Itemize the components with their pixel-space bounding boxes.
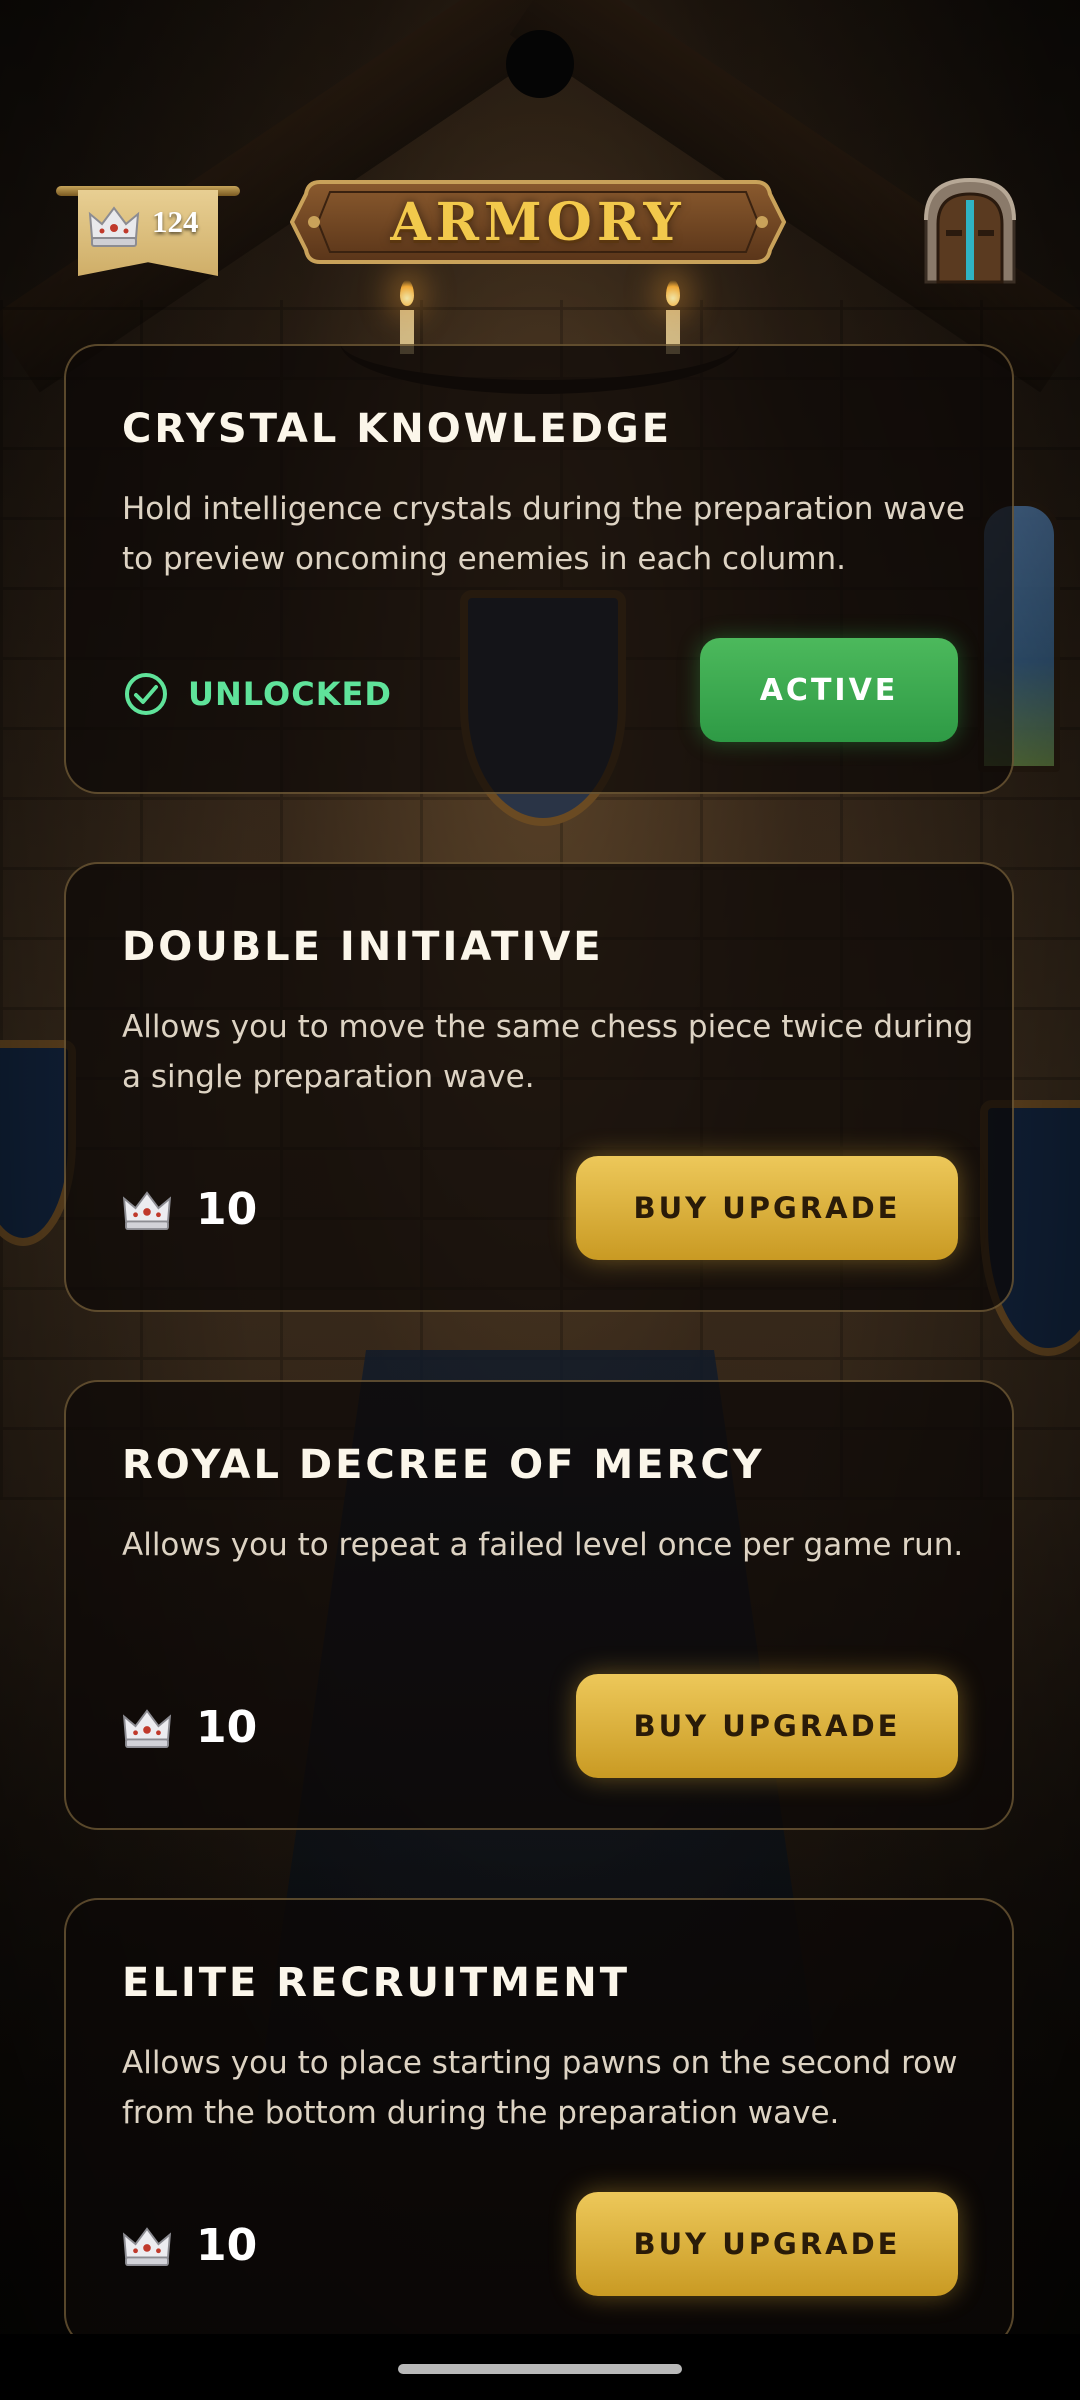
crowns-banner: 124	[56, 182, 240, 278]
buy-upgrade-button[interactable]: BUY UPGRADE	[576, 1156, 958, 1260]
crowns-count: 124	[152, 204, 199, 239]
buy-upgrade-button[interactable]: BUY UPGRADE	[576, 1674, 958, 1778]
upgrade-card-elite-recruitment: ELITE RECRUITMENT Allows you to place st…	[64, 1898, 1014, 2348]
price-value: 10	[196, 2220, 258, 2271]
price-value: 10	[196, 1702, 258, 1753]
buy-upgrade-button[interactable]: BUY UPGRADE	[576, 2192, 958, 2296]
upgrade-title: ELITE RECRUITMENT	[122, 1960, 631, 2006]
unlocked-status: UNLOCKED	[122, 670, 392, 718]
upgrade-price: 10	[122, 1184, 257, 1235]
upgrade-description: Allows you to move the same chess piece …	[122, 1009, 974, 1095]
page-title: ARMORY	[390, 192, 686, 253]
upgrade-card-double-initiative: DOUBLE INITIATIVE Allows you to move the…	[64, 862, 1014, 1312]
crown-icon	[122, 2226, 172, 2266]
camera-cutout	[506, 30, 574, 98]
upgrade-description: Hold intelligence crystals during the pr…	[122, 491, 965, 577]
active-button[interactable]: ACTIVE	[700, 638, 958, 742]
crown-icon	[122, 1708, 172, 1748]
exit-door-button[interactable]	[912, 170, 1028, 286]
price-value: 10	[196, 1184, 258, 1235]
upgrade-price: 10	[122, 1702, 257, 1753]
home-indicator[interactable]	[398, 2364, 682, 2374]
status-label: UNLOCKED	[188, 675, 392, 713]
title-plaque: ARMORY	[290, 176, 786, 268]
upgrade-description: Allows you to place starting pawns on th…	[122, 2045, 958, 2131]
castle-door-icon	[924, 177, 1016, 284]
check-circle-icon	[125, 673, 167, 715]
upgrade-title: CRYSTAL KNOWLEDGE	[122, 406, 673, 452]
upgrade-title: ROYAL DECREE OF MERCY	[122, 1442, 765, 1488]
upgrade-description: Allows you to repeat a failed level once…	[122, 1527, 964, 1563]
upgrade-card-royal-decree-of-mercy: ROYAL DECREE OF MERCY Allows you to repe…	[64, 1380, 1014, 1830]
upgrade-card-crystal-knowledge: CRYSTAL KNOWLEDGE Hold intelligence crys…	[64, 344, 1014, 794]
upgrade-title: DOUBLE INITIATIVE	[122, 924, 604, 970]
crown-icon	[88, 204, 140, 252]
upgrade-price: 10	[122, 2220, 257, 2271]
crown-icon	[122, 1190, 172, 1230]
